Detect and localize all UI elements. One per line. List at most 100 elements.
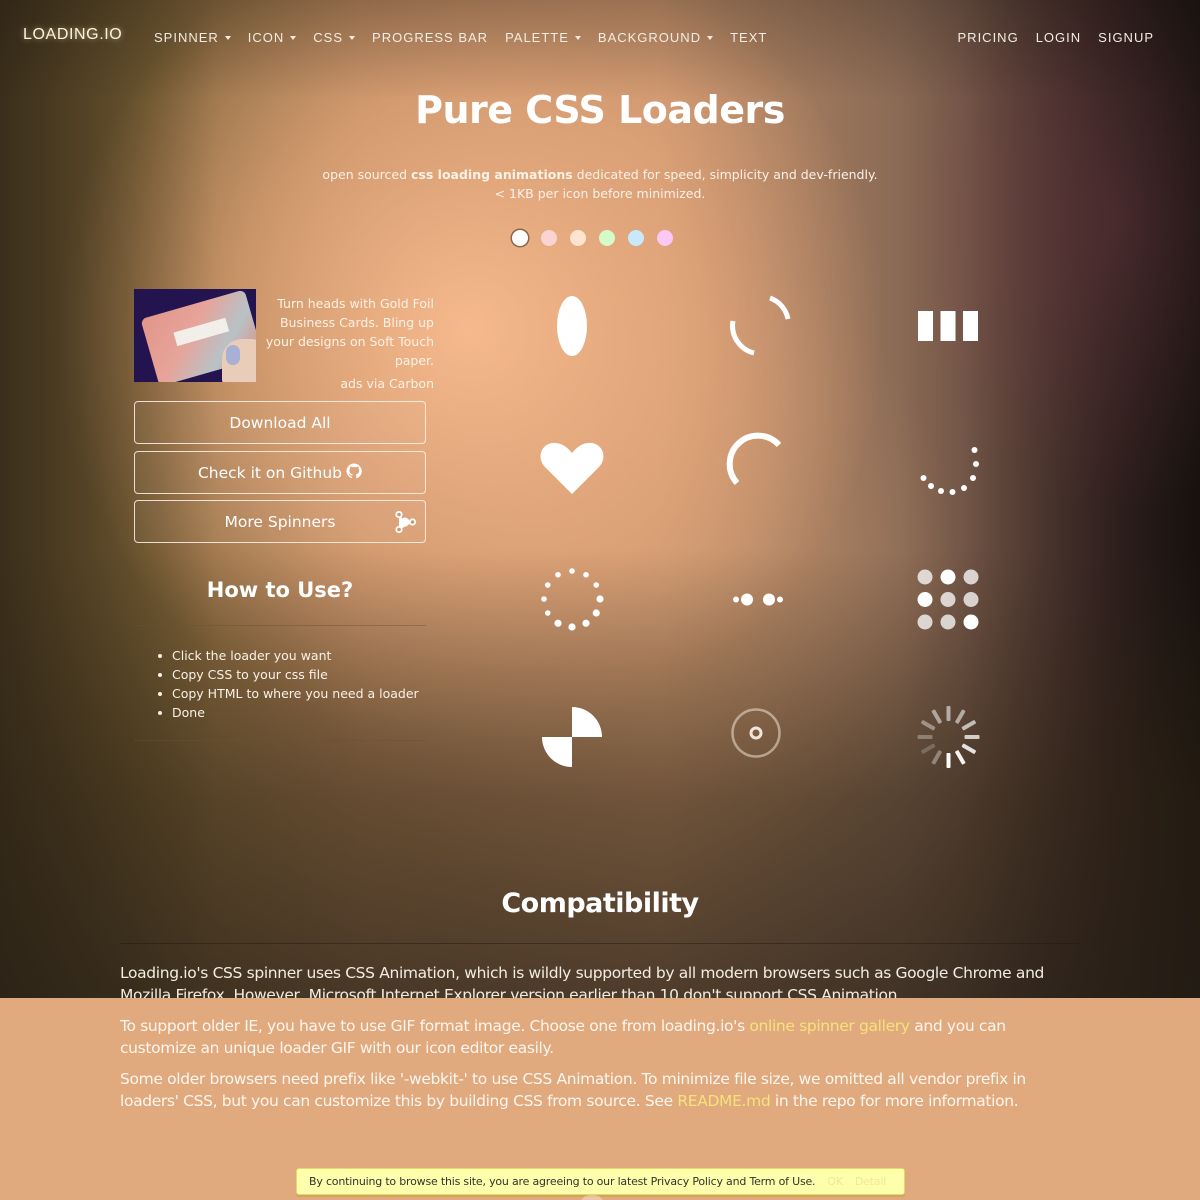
loader-spinner-bar	[946, 706, 951, 721]
nav-label: BACKGROUND	[597, 30, 702, 45]
loader-dual-ring-arcs	[730, 295, 791, 356]
page-title: Pure CSS Loaders	[415, 88, 785, 132]
loader-hourglass[interactable]	[527, 692, 617, 782]
step-item: Click the loader you want	[158, 646, 419, 665]
palette-swatch[interactable]	[599, 230, 615, 246]
step-item: Done	[158, 703, 419, 722]
download-all-button[interactable]: Download All	[134, 401, 426, 444]
nav-menu: SPINNER ICON CSS PROGRESS BAR PALETTE BA…	[154, 30, 784, 45]
loader-default-dot	[541, 596, 547, 602]
nav-item-palette[interactable]: PALETTE	[505, 30, 581, 45]
loader-circle-shape	[557, 296, 587, 356]
palette-swatch[interactable]	[570, 230, 586, 246]
nav-item-css[interactable]: CSS	[313, 30, 356, 45]
palette-swatch[interactable]	[512, 230, 528, 246]
nav-pricing-link[interactable]: PRICING	[958, 30, 1019, 45]
loader-default-dot	[544, 582, 551, 588]
loader-ellipsis-dots	[733, 593, 783, 606]
palette-swatch[interactable]	[628, 230, 644, 246]
palette-swatch[interactable]	[541, 230, 557, 246]
loader-facebook-bars	[918, 311, 978, 341]
loader-spinner-bar	[964, 735, 980, 739]
nav-login-link[interactable]: LOGIN	[1036, 30, 1081, 45]
loader-roller-dots	[920, 447, 979, 495]
loader-grid-dot	[963, 614, 979, 630]
loader-spinner-bar	[961, 720, 976, 731]
nav-label: CSS	[313, 30, 344, 45]
loader-grid-dot	[963, 592, 979, 607]
brand-logo[interactable]: LOADING.IO	[23, 26, 122, 44]
loader-default-dot	[593, 582, 600, 588]
loader-spinner-bar	[946, 753, 951, 768]
top-navbar: LOADING.IO SPINNER ICON CSS PROGRESS BAR…	[0, 24, 1200, 52]
loader-circle[interactable]	[527, 281, 617, 371]
nav-item-progress-bar[interactable]: PROGRESS BAR	[372, 30, 488, 45]
loader-default-dot	[555, 571, 561, 578]
nav-signup-link[interactable]: SIGNUP	[1098, 30, 1154, 45]
loader-spinner-bar	[931, 709, 942, 724]
ad-attribution[interactable]: ads via Carbon	[258, 376, 434, 391]
caret-down-icon	[224, 36, 231, 40]
readme-link[interactable]: README.md	[677, 1092, 770, 1110]
ad-image[interactable]	[134, 289, 256, 382]
loader-heart[interactable]	[527, 421, 617, 511]
loader-spinner[interactable]	[903, 692, 993, 782]
github-button[interactable]: Check it on Github	[134, 451, 426, 494]
more-spinners-button[interactable]: More Spinners	[134, 500, 426, 543]
loader-default-dot	[592, 609, 600, 617]
nav-item-spinner[interactable]: SPINNER	[154, 30, 231, 45]
loader-default-dot	[544, 610, 551, 616]
page-subtitle: open sourced css loading animations dedi…	[0, 165, 1200, 203]
loader-default[interactable]	[527, 554, 617, 644]
loader-spinner-bar	[961, 743, 976, 754]
subtitle-text: dedicated for speed, simplicity and dev-…	[572, 167, 878, 182]
nav-item-icon[interactable]: ICON	[248, 30, 297, 45]
how-to-use-steps: Click the loader you want Copy CSS to yo…	[158, 646, 419, 722]
loader-grid[interactable]	[903, 554, 993, 644]
online-spinner-gallery-link[interactable]: online spinner gallery	[749, 1017, 910, 1035]
caret-down-icon	[290, 36, 297, 40]
caret-down-icon	[574, 36, 581, 40]
subtitle-highlight: css loading animations	[411, 167, 573, 182]
divider	[120, 943, 1080, 944]
loader-grid-dot	[940, 614, 956, 630]
loader-default-dot	[596, 595, 604, 603]
cookie-ok-button[interactable]: OK	[827, 1175, 843, 1188]
loader-default-dot	[569, 568, 575, 574]
loader-dual-ring[interactable]	[715, 281, 805, 371]
loader-grid-dot	[917, 614, 933, 630]
subtitle-text: open sourced	[322, 167, 412, 182]
step-item: Copy HTML to where you need a loader	[158, 684, 419, 703]
ad-text[interactable]: Turn heads with Gold Foil Business Cards…	[258, 294, 434, 370]
color-palette-picker	[512, 230, 673, 246]
loader-spinner-bar	[955, 709, 966, 724]
loader-roller[interactable]	[903, 421, 993, 511]
loader-grid-dot	[917, 592, 933, 607]
nav-item-text[interactable]: TEXT	[730, 30, 767, 45]
divider	[134, 625, 426, 626]
subtitle-size-note: < 1KB per icon before minimized.	[494, 186, 706, 201]
nav-item-background[interactable]: BACKGROUND	[597, 30, 714, 45]
cookie-consent-banner: By continuing to browse this site, you a…	[296, 1168, 905, 1195]
business-card-label	[173, 317, 230, 347]
heart-icon	[540, 442, 604, 494]
caret-down-icon	[349, 36, 356, 40]
loader-spinner-bar	[921, 720, 936, 731]
loader-spinner-bar	[921, 743, 936, 754]
button-label: More Spinners	[224, 512, 336, 531]
loader-grid-dot	[940, 569, 956, 585]
loader-ring[interactable]	[715, 421, 805, 511]
loader-hourglass-shape	[542, 707, 602, 767]
fidget-spinner-icon	[393, 510, 417, 538]
palette-swatch[interactable]	[657, 230, 673, 246]
loader-facebook[interactable]	[903, 281, 993, 371]
loader-grid-dot	[963, 569, 979, 585]
loader-spinner-bar	[955, 750, 966, 765]
nav-label: ICON	[247, 30, 285, 45]
cookie-detail-button[interactable]: Detail	[855, 1175, 886, 1188]
loader-ripple[interactable]	[711, 688, 801, 778]
button-label: Download All	[229, 413, 331, 432]
nav-account-menu: PRICING LOGIN SIGNUP	[958, 30, 1154, 45]
loader-ellipsis[interactable]	[715, 554, 805, 644]
loader-default-dot	[554, 619, 562, 627]
